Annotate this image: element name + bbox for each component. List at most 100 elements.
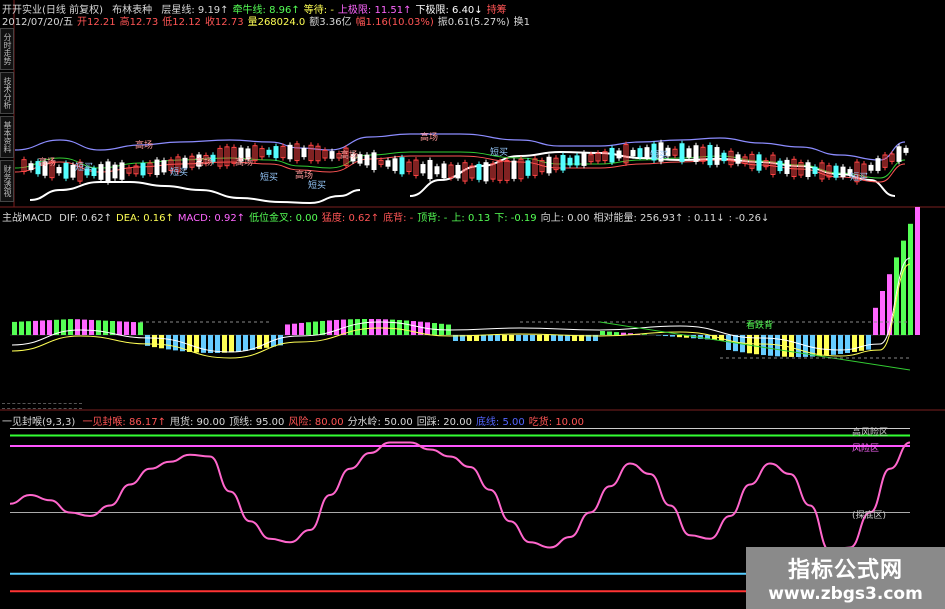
macd-bar [663,335,668,337]
macd-bar [138,322,143,335]
ohlc-value-0: 2012/07/20/五 [2,17,74,28]
macd-bar [68,319,73,335]
macd-value-1: DEA: 0.16↑ [116,213,174,224]
candle-body [287,144,293,160]
macd-bar [537,335,542,341]
macd-bar [222,335,227,353]
macd-bar [320,320,325,335]
candle-body [637,148,643,158]
signal-label: 短买 [308,179,326,191]
macd-bar [75,319,80,335]
candle-body [805,162,811,178]
macd-bar [873,307,878,335]
macd-bar [159,335,164,349]
candle-body [707,144,713,166]
watermark-title: 指标公式网 [787,558,903,583]
macd-bar [334,319,339,335]
ohlc-value-8: 振0.61(5.27%) [437,17,510,28]
side-tab-1[interactable]: 技术分析 [0,72,14,114]
zone-label-1: 风险区 [852,444,880,454]
side-tab-2[interactable]: 基本资料 [0,116,14,158]
signal-label: 短买 [850,171,868,183]
macd-bar [194,335,199,353]
candle-body [420,164,426,174]
macd-bar [908,223,913,335]
macd-bar [369,319,374,335]
ohlc-value-3: 低12.12 [162,17,201,28]
macd-bar [299,322,304,335]
macd-bar [250,335,255,350]
candle-body [546,156,552,174]
oscillator-value-0: 一见封喉: 86.17↑ [82,417,166,428]
side-tab-0[interactable]: 分时走势 [0,28,14,70]
signal-label: 高场 [135,139,153,151]
signal-label: 高场 [195,156,213,168]
ohlc-value-7: 幅1.16(10.03%) [355,17,434,28]
macd-bar [551,335,556,341]
candle-body [266,149,272,155]
candle-body [364,154,370,166]
macd-annotation: 看跌背 [746,321,774,331]
macd-bar [859,335,864,351]
signal-label: 短买 [650,149,668,161]
oscillator-header: 一见封喉(9,3,3) 一见封喉: 86.17↑ 甩货: 90.00 顶线: 95.… [2,413,592,428]
candle-body [371,152,377,170]
signal-label: 高场 [235,156,253,168]
candle-body [784,159,790,174]
ohlc-value-5: 量268024.0 [247,17,306,28]
candle-body [693,145,699,162]
macd-bar [82,319,87,335]
candle-body [616,150,622,159]
macd-bar [621,332,626,335]
macd-bar [607,331,612,335]
macd-header: 主战MACD DIF: 0.62↑ DEA: 0.16↑ MACD: 0.92↑ 低位… [2,209,777,224]
macd-bar [677,335,682,338]
ohlc-value-2: 高12.73 [119,17,159,28]
candle-body [735,154,741,164]
macd-bar [838,335,843,354]
macd-bar [544,335,549,341]
macd-bar [488,335,493,341]
macd-bar [530,335,535,341]
ohlc-value-4: 收12.73 [204,17,244,28]
macd-bar [901,240,906,335]
macd-value-9: 向上: 0.00 [540,213,590,224]
macd-bar [397,320,402,335]
macd-bar [362,319,367,335]
candle-body [63,162,69,179]
candle-body [868,164,874,171]
candle-body [511,160,517,179]
signal-label: 短买 [490,146,508,158]
macd-panel [10,207,920,371]
kline-chart-canvas[interactable]: 高场高场高场 高场高场高场高场短买 短买 短买短买短买 短买短买 [0,0,945,609]
macd-bar [558,335,563,341]
candle-body [896,146,902,162]
macd-bar [796,335,801,357]
candle-body [161,160,167,173]
macd-bar [481,335,486,341]
candle-body [182,157,188,169]
side-tab-3[interactable]: 财务透视 [0,160,14,202]
macd-value-4: 猛度: 0.62↑ [321,213,380,224]
watermark-url: www.zbgs3.com [768,584,923,604]
candle-body [609,147,615,163]
macd-bar [824,335,829,356]
candle-body [574,155,580,166]
candle-body [644,147,650,158]
macd-value-0: DIF: 0.62↑ [59,213,112,224]
candle-body [273,146,279,159]
candle-body [581,152,587,166]
candle-body [98,164,104,180]
macd-bar [600,331,605,335]
panel-resize-handle[interactable] [2,403,82,409]
macd-bar [173,335,178,351]
macd-bar [236,335,241,352]
candle-body [476,164,482,180]
macd-bar [124,321,129,335]
site-watermark: 指标公式网 www.zbgs3.com [746,547,945,609]
macd-bar [152,335,157,348]
candle-body [140,162,146,176]
macd-bar [495,335,500,341]
macd-value-8: 下: -0.19 [494,213,537,224]
candle-body [483,162,489,182]
